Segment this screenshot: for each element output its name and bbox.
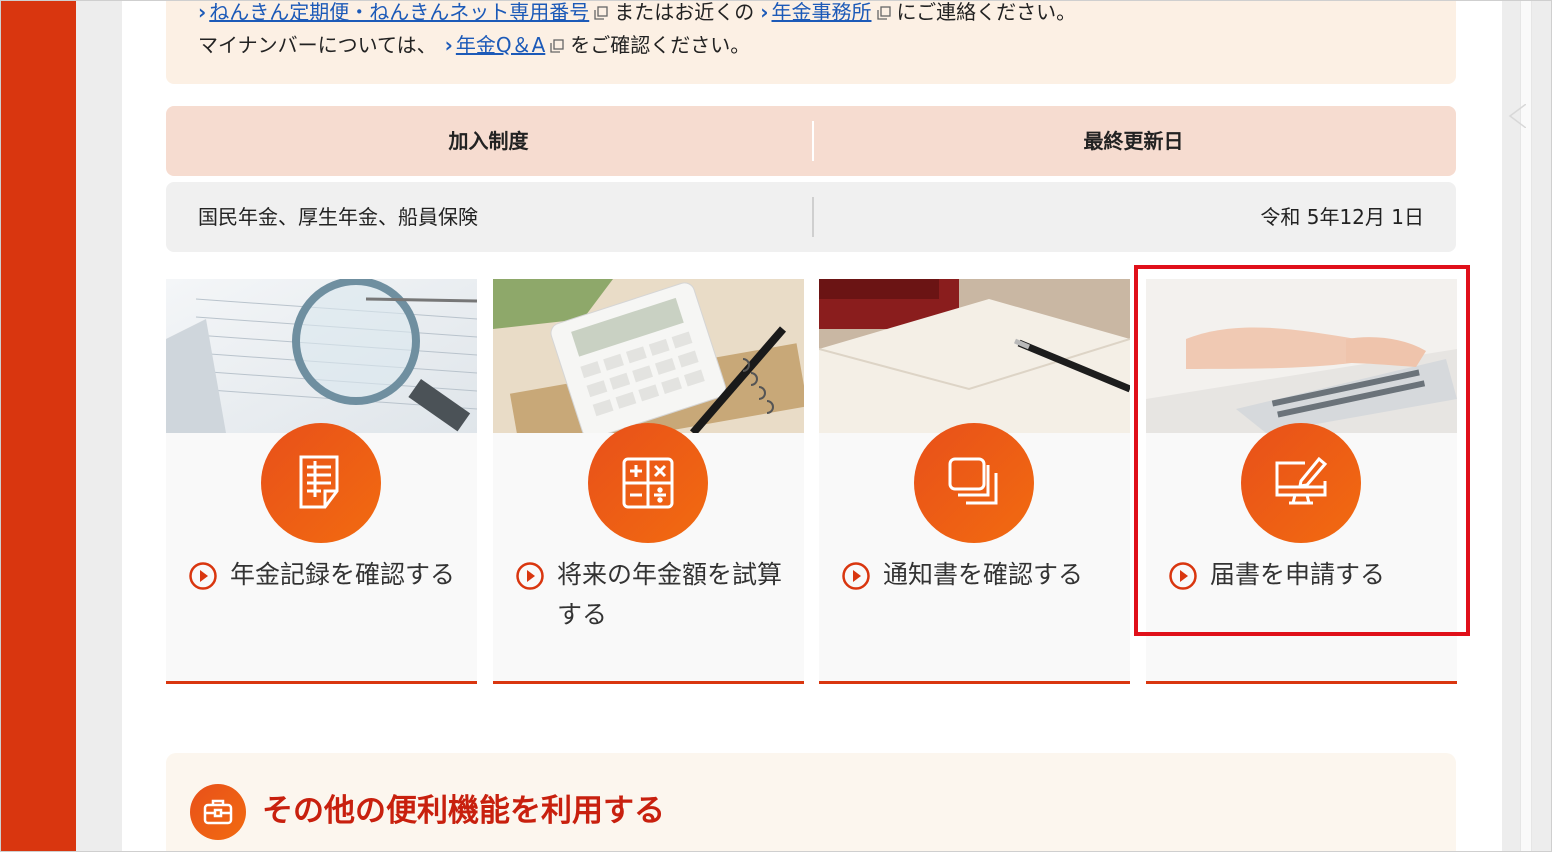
play-circle-icon xyxy=(842,562,870,590)
magnifier-photo xyxy=(166,279,477,433)
external-window-icon xyxy=(594,6,608,20)
cell-last-updated: 令和 5年12月 1日 xyxy=(1260,205,1424,229)
nenkin-teikibin-number-link[interactable]: ねんきん定期便・ねんきんネット専用番号 xyxy=(209,0,589,24)
external-window-icon xyxy=(550,39,564,53)
chevron-right-icon: › xyxy=(760,0,769,24)
envelope-photo xyxy=(819,279,1130,433)
notice-text: マイナンバーについては、 xyxy=(198,33,437,57)
chevron-right-icon: › xyxy=(444,33,453,57)
pension-office-link[interactable]: 年金事務所 xyxy=(772,0,872,24)
card-check-pension-record[interactable]: 年金記録を確認する xyxy=(166,279,477,684)
pension-qa-link[interactable]: 年金Q＆A xyxy=(456,33,545,57)
document-list-icon xyxy=(261,423,381,543)
notice-line-1: › ねんきん定期便・ねんきんネット専用番号 またはお近くの › 年金事務所 にご連絡くださ… xyxy=(198,0,1076,24)
stacked-documents-icon xyxy=(914,423,1034,543)
toolbox-icon xyxy=(190,784,246,840)
cell-enrollment-system: 国民年金、厚生年金、船員保険 xyxy=(198,205,478,229)
other-features-title: その他の便利機能を利用する xyxy=(262,793,665,829)
play-circle-icon xyxy=(516,562,544,590)
page-tab-notch xyxy=(1508,104,1526,128)
enrollment-table-row: 国民年金、厚生年金、船員保険 令和 5年12月 1日 xyxy=(166,182,1456,252)
card-label[interactable]: 将来の年金額を試算する xyxy=(515,555,795,635)
left-red-bar xyxy=(0,0,76,852)
notice-text: またはお近くの xyxy=(614,0,755,24)
card-label[interactable]: 通知書を確認する xyxy=(841,555,1121,595)
notice-text: をご確認ください。 xyxy=(570,33,751,57)
highlight-box xyxy=(1134,265,1470,636)
column-divider xyxy=(812,197,814,237)
card-estimate-future-pension[interactable]: 将来の年金額を試算する xyxy=(493,279,804,684)
notice-line-2: マイナンバーについては、 › 年金Q＆A をご確認ください。 xyxy=(198,33,750,57)
header-enrollment-system: 加入制度 xyxy=(448,129,529,153)
calculator-icon xyxy=(588,423,708,543)
chevron-right-icon: › xyxy=(198,0,207,24)
calculator-photo xyxy=(493,279,804,433)
enrollment-table-header: 加入制度 最終更新日 xyxy=(166,106,1456,176)
external-window-icon xyxy=(876,6,891,20)
notice-text: にご連絡ください。 xyxy=(896,0,1077,24)
card-label[interactable]: 年金記録を確認する xyxy=(188,555,468,595)
card-check-notice[interactable]: 通知書を確認する xyxy=(819,279,1130,684)
play-circle-icon xyxy=(189,562,217,590)
header-last-updated: 最終更新日 xyxy=(1083,129,1184,153)
